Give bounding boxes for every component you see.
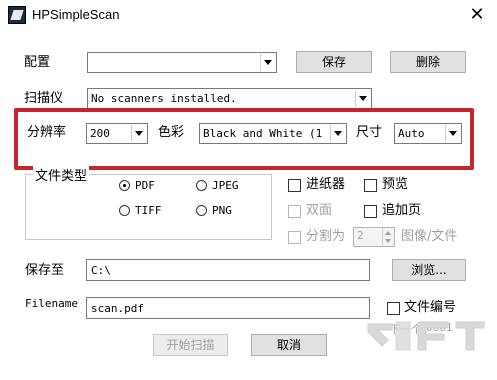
feeder-label: 进纸器 bbox=[306, 177, 346, 192]
save-path-input[interactable]: C:\ bbox=[86, 259, 370, 281]
scanner-label: 扫描仪 bbox=[24, 91, 64, 106]
preview-checkbox[interactable] bbox=[364, 179, 377, 192]
duplex-checkbox[interactable] bbox=[288, 205, 301, 218]
feeder-checkbox[interactable] bbox=[288, 179, 301, 192]
split-count-stepper[interactable]: 2 bbox=[353, 227, 395, 247]
close-icon[interactable]: ✕ bbox=[464, 2, 490, 28]
delete-button[interactable]: 删除 bbox=[390, 51, 466, 73]
filename-value: scan.pdf bbox=[91, 302, 144, 315]
watermark-logo-icon bbox=[367, 321, 485, 351]
radio-tiff-label: TIFF bbox=[135, 204, 162, 217]
radio-jpeg[interactable] bbox=[196, 180, 207, 191]
split-checkbox[interactable] bbox=[288, 231, 301, 244]
radio-jpeg-label: JPEG bbox=[212, 179, 239, 192]
save-button[interactable]: 保存 bbox=[296, 51, 372, 73]
app-icon bbox=[8, 6, 26, 24]
split-count-value: 2 bbox=[357, 229, 364, 242]
split-label: 分割为 bbox=[306, 229, 346, 244]
start-scan-button[interactable]: 开始扫描 bbox=[153, 334, 228, 356]
save-path-value: C:\ bbox=[91, 264, 111, 277]
filename-input[interactable]: scan.pdf bbox=[86, 297, 370, 319]
append-page-label: 追加页 bbox=[382, 203, 422, 218]
highlight-box bbox=[14, 108, 474, 170]
preview-label: 预览 bbox=[382, 177, 409, 192]
split-unit-label: 图像/文件 bbox=[401, 229, 458, 244]
scanner-select[interactable]: No scanners installed. bbox=[87, 88, 372, 109]
radio-png-label: PNG bbox=[212, 204, 232, 217]
browse-button[interactable]: 浏览... bbox=[392, 259, 466, 281]
append-page-checkbox[interactable] bbox=[364, 205, 377, 218]
save-to-label: 保存至 bbox=[25, 263, 65, 278]
config-label: 配置 bbox=[24, 55, 51, 70]
radio-pdf-label: PDF bbox=[135, 179, 155, 192]
radio-tiff[interactable] bbox=[119, 205, 130, 216]
scanner-value: No scanners installed. bbox=[91, 92, 237, 105]
filename-label: Filename bbox=[25, 297, 78, 310]
radio-png[interactable] bbox=[196, 205, 207, 216]
radio-pdf[interactable] bbox=[119, 180, 130, 191]
stepper-arrows-icon[interactable] bbox=[382, 228, 394, 246]
file-type-group-label: 文件类型 bbox=[33, 165, 90, 184]
duplex-label: 双面 bbox=[306, 203, 333, 218]
config-select[interactable] bbox=[87, 52, 277, 73]
chevron-down-icon bbox=[260, 54, 275, 71]
chevron-down-icon bbox=[355, 90, 370, 107]
cancel-button[interactable]: 取消 bbox=[251, 334, 327, 356]
window-title: HPSimpleScan bbox=[32, 7, 120, 22]
